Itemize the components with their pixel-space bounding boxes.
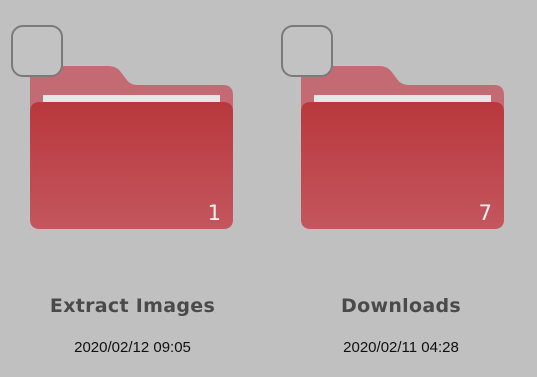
folder-name[interactable]: Downloads — [270, 295, 532, 317]
folder-name[interactable]: Extract Images — [0, 295, 265, 317]
item-count: 1 — [207, 201, 221, 225]
folder-date: 2020/02/11 04:28 — [343, 339, 459, 356]
folder-date: 2020/02/12 09:05 — [74, 339, 191, 356]
folder-item[interactable]: 7 Downloads 2020/02/11 04:28 — [270, 0, 537, 377]
select-checkbox[interactable] — [281, 25, 333, 77]
folder-icon[interactable]: 7 — [301, 66, 504, 229]
item-count: 7 — [478, 201, 492, 225]
select-checkbox[interactable] — [11, 25, 63, 77]
folder-icon[interactable]: 1 — [30, 66, 233, 229]
folder-item[interactable]: 1 Extract Images 2020/02/12 09:05 — [0, 0, 270, 377]
